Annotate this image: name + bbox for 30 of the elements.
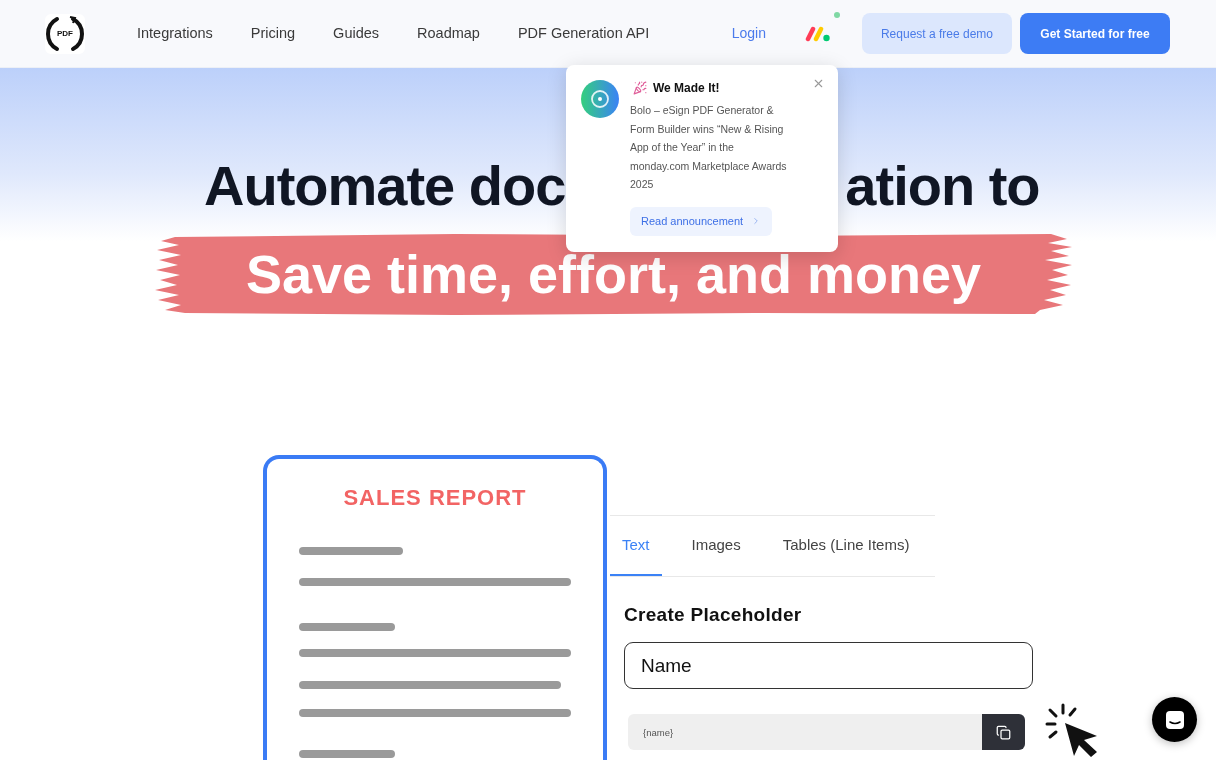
- headline-text: ation to: [845, 154, 1040, 218]
- copy-icon: [996, 724, 1011, 740]
- tag-field[interactable]: {name}: [628, 714, 982, 750]
- announcement-title: We Made It!: [653, 80, 720, 97]
- announcement-text: Bolo – eSign PDF Generator & Form Builder wins “New & Rising App of the Year” in the monday.com Marketplace Awards 2025: [630, 103, 788, 192]
- section-heading: Create Placeholder: [624, 603, 803, 627]
- document-title: SALES REPORT: [343, 486, 527, 510]
- nav-link[interactable]: Pricing: [250, 22, 296, 45]
- get-started-button[interactable]: Get Started for free: [1020, 13, 1170, 54]
- read-announcement-button[interactable]: Read announcement: [630, 206, 773, 236]
- placeholder-name-field[interactable]: Name: [624, 642, 1033, 689]
- chat-button[interactable]: [1152, 697, 1197, 742]
- partner-logo-icon: [805, 25, 830, 42]
- party-popper-icon: [633, 81, 647, 95]
- copy-button[interactable]: [982, 714, 1025, 750]
- login-link[interactable]: Login: [731, 23, 766, 44]
- nav-link[interactable]: Integrations: [137, 22, 213, 45]
- tab[interactable]: Text: [610, 516, 662, 576]
- nav-link[interactable]: Guides: [333, 22, 380, 45]
- headline-text: Automate doc: [204, 154, 566, 218]
- status-dot-icon: [834, 11, 840, 18]
- app-icon: [581, 80, 619, 118]
- tab[interactable]: Tables (Line Items): [770, 516, 922, 576]
- hero-highlight-text: Save time, effort, and money: [245, 243, 982, 306]
- chat-icon: [1164, 709, 1185, 730]
- nav-link[interactable]: PDF Generation API: [517, 22, 650, 45]
- close-icon[interactable]: [812, 77, 825, 90]
- nav-link[interactable]: Roadmap: [417, 22, 480, 45]
- tab[interactable]: Images: [679, 516, 753, 576]
- logo[interactable]: PDF: [45, 13, 85, 54]
